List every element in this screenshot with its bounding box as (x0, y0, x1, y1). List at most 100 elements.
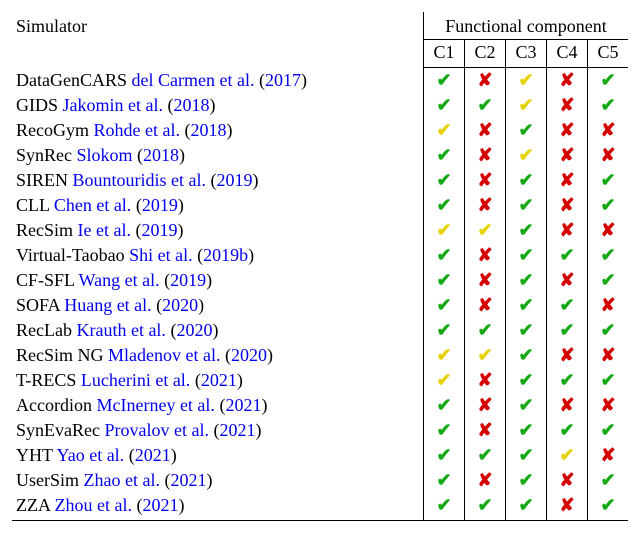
cross-icon: ✘ (559, 470, 574, 490)
partial-check-icon: ✔ (436, 345, 451, 365)
mark-cell-c2: ✔ (465, 343, 506, 368)
citation-link[interactable]: del Carmen et al. (132, 70, 255, 90)
table-row: RecoGym Rohde et al. (2018)✔✘✔✘✘ (12, 118, 628, 143)
mark-cell-c4: ✘ (547, 68, 588, 94)
check-icon: ✔ (600, 195, 615, 215)
simulator-cell: SIREN Bountouridis et al. (2019) (12, 168, 424, 193)
mark-cell-c5: ✘ (588, 343, 629, 368)
citation-year-link[interactable]: 2018 (190, 120, 226, 140)
mark-cell-c1: ✔ (424, 368, 465, 393)
citation-year-link[interactable]: 2017 (265, 70, 301, 90)
citation-link[interactable]: Ie et al. (78, 220, 131, 240)
check-icon: ✔ (518, 195, 533, 215)
mark-cell-c3: ✔ (506, 318, 547, 343)
mark-cell-c5: ✘ (588, 293, 629, 318)
citation-year-link[interactable]: 2019 (217, 170, 253, 190)
mark-cell-c4: ✘ (547, 93, 588, 118)
citation-year-link[interactable]: 2019 (142, 195, 178, 215)
mark-cell-c2: ✔ (465, 493, 506, 521)
citation-year-link[interactable]: 2018 (174, 95, 210, 115)
mark-cell-c3: ✔ (506, 468, 547, 493)
citation-year-link[interactable]: 2020 (176, 320, 212, 340)
simulator-name: Accordion (16, 395, 92, 415)
citation-year-link[interactable]: 2021 (142, 495, 178, 515)
citation-year-link[interactable]: 2019 (141, 220, 177, 240)
check-icon: ✔ (518, 270, 533, 290)
mark-cell-c4: ✘ (547, 143, 588, 168)
citation-link[interactable]: Yao et al. (57, 445, 125, 465)
mark-cell-c3: ✔ (506, 443, 547, 468)
check-icon: ✔ (600, 370, 615, 390)
mark-cell-c5: ✔ (588, 168, 629, 193)
table-row: RecSim NG Mladenov et al. (2020)✔✔✔✘✘ (12, 343, 628, 368)
check-icon: ✔ (477, 445, 492, 465)
mark-cell-c1: ✔ (424, 443, 465, 468)
cross-icon: ✘ (477, 195, 492, 215)
citation-year-link[interactable]: 2021 (170, 470, 206, 490)
citation-link[interactable]: Wang et al. (79, 270, 160, 290)
citation-link[interactable]: Huang et al. (64, 295, 151, 315)
check-icon: ✔ (559, 295, 574, 315)
citation-link[interactable]: Bountouridis et al. (73, 170, 207, 190)
check-icon: ✔ (518, 395, 533, 415)
mark-cell-c1: ✔ (424, 143, 465, 168)
citation-link[interactable]: Shi et al. (129, 245, 193, 265)
simulator-cell: CLL Chen et al. (2019) (12, 193, 424, 218)
table-row: RecLab Krauth et al. (2020)✔✔✔✔✔ (12, 318, 628, 343)
citation-year-link[interactable]: 2019 (170, 270, 206, 290)
cross-icon: ✘ (600, 445, 615, 465)
cross-icon: ✘ (559, 70, 574, 90)
citation-year-link[interactable]: 2019b (203, 245, 248, 265)
mark-cell-c5: ✔ (588, 468, 629, 493)
check-icon: ✔ (436, 95, 451, 115)
check-icon: ✔ (559, 320, 574, 340)
simulator-name: RecoGym (16, 120, 89, 140)
mark-cell-c4: ✔ (547, 368, 588, 393)
mark-cell-c2: ✘ (465, 393, 506, 418)
mark-cell-c1: ✔ (424, 93, 465, 118)
citation-year-link[interactable]: 2021 (219, 420, 255, 440)
cross-icon: ✘ (477, 470, 492, 490)
citation-link[interactable]: Krauth et al. (76, 320, 165, 340)
citation-link[interactable]: Provalov et al. (104, 420, 208, 440)
partial-check-icon: ✔ (518, 70, 533, 90)
table-row: YHT Yao et al. (2021)✔✔✔✔✘ (12, 443, 628, 468)
check-icon: ✔ (436, 270, 451, 290)
mark-cell-c4: ✘ (547, 268, 588, 293)
citation-year-link[interactable]: 2020 (231, 345, 267, 365)
citation-link[interactable]: Lucherini et al. (81, 370, 190, 390)
citation-year-link[interactable]: 2021 (201, 370, 237, 390)
mark-cell-c5: ✔ (588, 368, 629, 393)
citation-year-link[interactable]: 2018 (143, 145, 179, 165)
mark-cell-c3: ✔ (506, 418, 547, 443)
citation-link[interactable]: Rohde et al. (93, 120, 179, 140)
mark-cell-c1: ✔ (424, 218, 465, 243)
citation-link[interactable]: Chen et al. (54, 195, 131, 215)
partial-check-icon: ✔ (436, 120, 451, 140)
citation-link[interactable]: McInerney et al. (96, 395, 214, 415)
check-icon: ✔ (436, 445, 451, 465)
mark-cell-c2: ✘ (465, 243, 506, 268)
citation-text: Zhou et al. (55, 495, 132, 515)
citation-link[interactable]: Mladenov et al. (108, 345, 220, 365)
citation-link[interactable]: Zhao et al. (84, 470, 160, 490)
simulator-cell: YHT Yao et al. (2021) (12, 443, 424, 468)
citation-year-link[interactable]: 2020 (162, 295, 198, 315)
citation-link[interactable]: Slokom (77, 145, 133, 165)
cross-icon: ✘ (477, 295, 492, 315)
citation-text: Bountouridis et al. (73, 170, 207, 190)
mark-cell-c4: ✔ (547, 443, 588, 468)
cross-icon: ✘ (559, 495, 574, 515)
mark-cell-c3: ✔ (506, 268, 547, 293)
mark-cell-c1: ✔ (424, 243, 465, 268)
check-icon: ✔ (518, 120, 533, 140)
simulator-name: SIREN (16, 170, 68, 190)
citation-year-link[interactable]: 2021 (135, 445, 171, 465)
citation-link[interactable]: Jakomin et al. (63, 95, 163, 115)
mark-cell-c2: ✔ (465, 93, 506, 118)
citation-year-link[interactable]: 2021 (225, 395, 261, 415)
col-header-group: Functional component (424, 12, 629, 40)
citation-link[interactable]: Zhou et al. (55, 495, 132, 515)
citation-text: Krauth et al. (76, 320, 165, 340)
cross-icon: ✘ (477, 395, 492, 415)
